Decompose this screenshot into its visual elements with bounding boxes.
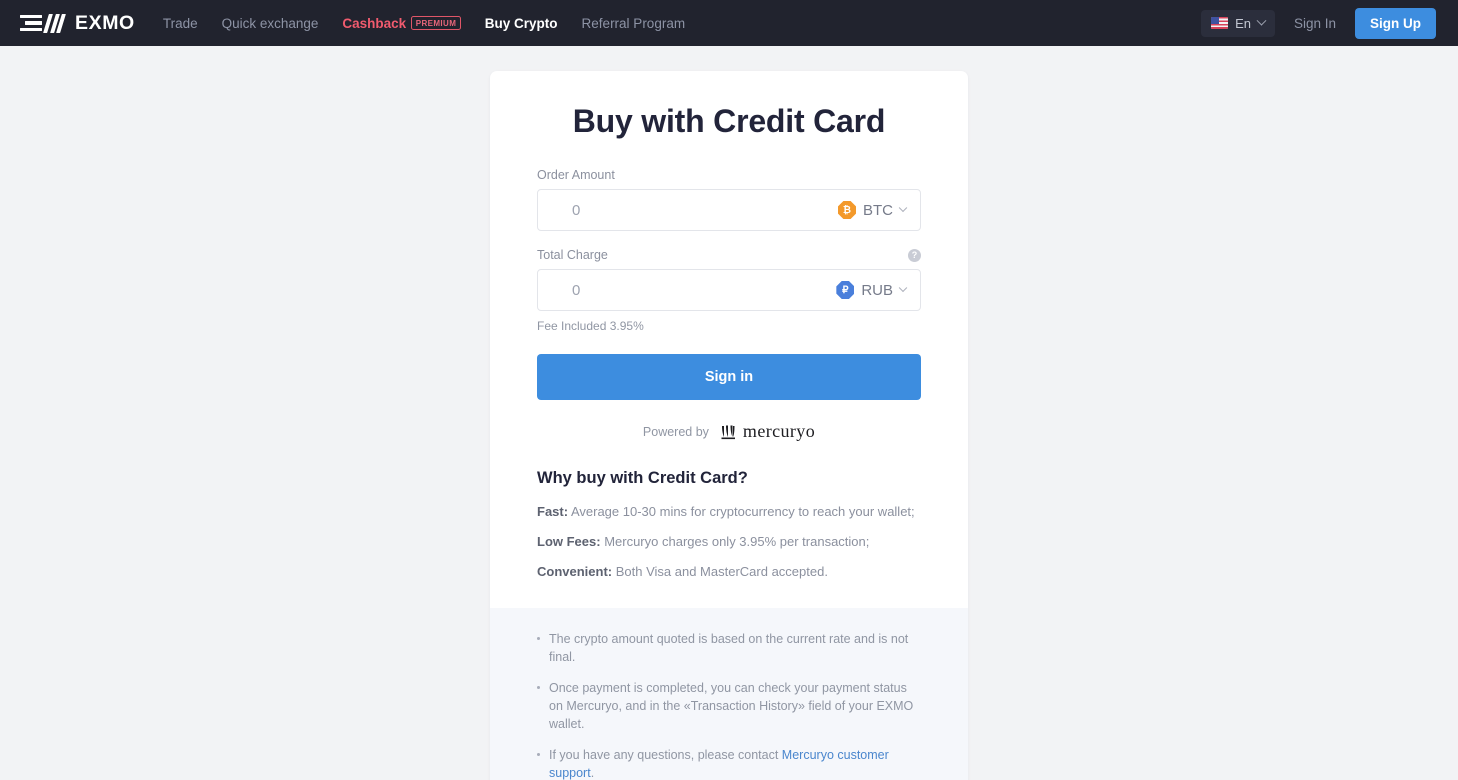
why-item-convenient: Convenient: Both Visa and MasterCard acc…	[537, 563, 921, 582]
chevron-down-icon	[898, 203, 908, 213]
exmo-logo[interactable]: EXMO	[20, 12, 135, 35]
nav-item-cashback-label: Cashback	[342, 15, 407, 31]
us-flag-icon	[1211, 17, 1229, 29]
nav-item-trade[interactable]: Trade	[163, 16, 198, 31]
why-item-fast: Fast: Average 10-30 mins for cryptocurre…	[537, 503, 921, 522]
ruble-icon: ₽	[836, 281, 855, 299]
why-item-text: Mercuryo charges only 3.95% per transact…	[600, 533, 870, 549]
exmo-logo-mark	[20, 13, 66, 33]
note-item: Once payment is completed, you can check…	[537, 679, 921, 733]
page-content: Buy with Credit Card Order Amount ₿ BTC …	[0, 46, 1458, 780]
sign-up-button[interactable]: Sign Up	[1355, 7, 1436, 39]
why-section-title: Why buy with Credit Card?	[537, 469, 748, 487]
header-actions: En Sign In Sign Up	[1201, 0, 1436, 46]
total-charge-label-row: Total Charge ?	[537, 248, 921, 262]
nav-item-referral-program[interactable]: Referral Program	[582, 16, 686, 31]
mercuryo-logo: mercuryo	[718, 421, 815, 442]
sign-in-submit-button[interactable]: Sign in	[537, 354, 921, 400]
main-navigation: Trade Quick exchange Cashback PREMIUM Bu…	[163, 16, 685, 31]
notes-section: The crypto amount quoted is based on the…	[490, 607, 968, 780]
help-icon[interactable]: ?	[908, 248, 921, 262]
total-charge-label: Total Charge	[537, 248, 608, 262]
site-header: EXMO Trade Quick exchange Cashback PREMI…	[0, 0, 1458, 46]
chevron-down-icon	[898, 283, 908, 293]
order-amount-label-row: Order Amount	[537, 168, 921, 182]
note-text-before: If you have any questions, please contac…	[549, 748, 782, 763]
total-charge-field[interactable]: ₽ RUB	[537, 269, 921, 311]
why-item-text: Both Visa and MasterCard accepted.	[612, 563, 828, 579]
nav-item-buy-crypto[interactable]: Buy Crypto	[485, 16, 558, 31]
order-amount-currency-selector[interactable]: ₿ BTC	[838, 201, 908, 219]
why-item-term: Convenient:	[537, 563, 613, 579]
bitcoin-icon: ₿	[838, 201, 856, 219]
logo-bars-icon	[20, 14, 42, 32]
sign-in-button[interactable]: Sign In	[1281, 9, 1349, 38]
total-charge-currency-selector[interactable]: ₽ RUB	[836, 281, 908, 299]
total-charge-currency-code: RUB	[861, 281, 893, 299]
order-amount-field[interactable]: ₿ BTC	[537, 189, 921, 231]
chevron-down-icon	[1256, 15, 1267, 26]
exmo-logo-text: EXMO	[75, 11, 135, 34]
powered-by-row: Powered by mercuryo	[537, 421, 921, 442]
premium-badge: PREMIUM	[411, 16, 461, 30]
note-item: The crypto amount quoted is based on the…	[537, 630, 921, 666]
total-charge-input[interactable]	[538, 281, 837, 299]
order-amount-label: Order Amount	[537, 168, 615, 182]
page-title: Buy with Credit Card	[572, 103, 886, 139]
order-amount-input[interactable]	[538, 201, 838, 219]
why-item-low-fees: Low Fees: Mercuryo charges only 3.95% pe…	[537, 533, 921, 552]
why-item-term: Fast:	[537, 504, 569, 519]
note-item: If you have any questions, please contac…	[537, 746, 921, 780]
note-text-after: .	[590, 766, 595, 780]
nav-item-cashback[interactable]: Cashback PREMIUM	[342, 15, 461, 31]
language-selector[interactable]: En	[1201, 9, 1275, 37]
order-amount-currency-code: BTC	[863, 201, 893, 219]
buy-crypto-card: Buy with Credit Card Order Amount ₿ BTC …	[490, 71, 968, 780]
language-code: En	[1235, 15, 1251, 31]
card-body: Buy with Credit Card Order Amount ₿ BTC …	[490, 71, 968, 608]
mercuryo-mark-icon	[721, 425, 735, 439]
powered-by-label: Powered by	[642, 424, 709, 439]
fee-included-note: Fee Included 3.95%	[537, 319, 644, 333]
logo-slashes-icon	[43, 13, 66, 33]
why-item-term: Low Fees:	[537, 533, 601, 549]
why-item-text: Average 10-30 mins for cryptocurrency to…	[568, 504, 915, 519]
nav-item-quick-exchange[interactable]: Quick exchange	[222, 16, 319, 31]
mercuryo-wordmark: mercuryo	[742, 421, 816, 441]
